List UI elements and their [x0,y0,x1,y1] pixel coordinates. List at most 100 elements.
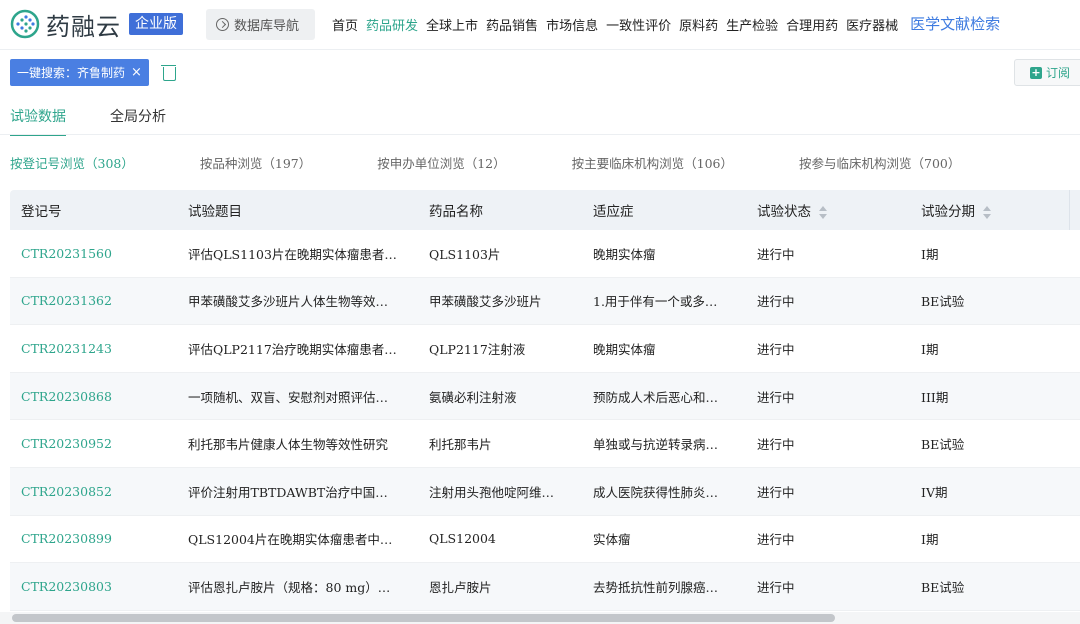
cell-drug-name: 甲苯磺酸艾多沙班片 [429,294,542,310]
col-trial-status[interactable]: 试验状态 [746,200,910,220]
menu-item-consistency-eval[interactable]: 一致性评价 [606,15,671,34]
menu-item-drug-rd[interactable]: 药品研发 [366,15,418,34]
table-row[interactable]: CTR20231243 评估QLP2117治疗晚期实体瘤患者… QLP2117注射液… [10,325,1080,373]
cell-trial-status: 进行中 [757,389,795,405]
col-indication: 适应症 [593,204,634,220]
close-icon[interactable]: × [131,65,142,80]
cell-indication: 1.用于伴有一个或多… [593,294,718,310]
trash-icon[interactable] [160,63,176,81]
cell-trial-title: QLS12004片在晚期实体瘤患者中… [188,532,393,548]
search-tag-label: 一键搜索：齐鲁制药 [17,65,126,80]
cell-drug-name: QLS12004 [429,531,496,547]
col-registration-no: 登记号 [21,204,62,220]
menu-item-market-info[interactable]: 市场信息 [546,15,598,34]
plus-icon: + [1030,65,1042,79]
cell-trial-phase: I期 [921,246,939,262]
browse-by-participating-institution[interactable]: 按参与临床机构浏览（700） [799,153,960,172]
cell-trial-title: 评价注射用TBTDAWBT治疗中国… [188,484,388,500]
cell-trial-phase: I期 [921,532,939,548]
logo[interactable]: 药融云 企业版 [10,7,183,41]
cell-registration-no[interactable]: CTR20230899 [10,531,177,546]
cell-trial-phase: BE试验 [921,294,965,310]
subscribe-label: 订阅 [1046,66,1071,80]
sort-icon[interactable] [983,205,992,220]
cell-registration-no[interactable]: CTR20230952 [10,436,177,451]
cell-trial-title: 评估恩扎卢胺片（规格：80 mg）… [188,579,391,595]
filter-bar: 一键搜索：齐鲁制药 × [10,58,176,86]
col-trial-status-label: 试验状态 [757,204,811,220]
menu-item-rational-drug-use[interactable]: 合理用药 [786,15,838,34]
search-tag[interactable]: 一键搜索：齐鲁制药 × [10,58,149,86]
cell-trial-status: 进行中 [757,341,795,357]
logo-icon [10,9,40,39]
table-row[interactable]: CTR20230852 评价注射用TBTDAWBT治疗中国… 注射用头孢他啶阿维… 成… [10,467,1080,516]
cell-trial-title: 利托那韦片健康人体生物等效性研究 [188,437,389,453]
menu-item-global-launch[interactable]: 全球上市 [426,15,478,34]
col-trial-phase-label: 试验分期 [921,204,975,220]
cell-indication: 单独或与抗逆转录病… [593,437,719,453]
tab-global-analysis[interactable]: 全局分析 [110,100,166,136]
cell-drug-name: 氨磺必利注射液 [429,389,517,405]
compass-icon [216,18,229,31]
cell-indication: 成人医院获得性肺炎… [593,484,719,500]
cell-drug-name: 恩扎卢胺片 [429,579,492,595]
scrollbar-thumb[interactable] [12,614,835,622]
cell-registration-no[interactable]: CTR20231243 [10,341,177,356]
table-row[interactable]: CTR20231362 甲苯磺酸艾多沙班片人体生物等效… 甲苯磺酸艾多沙班片 1.用于… [10,277,1080,326]
browse-options: 按登记号浏览（308） 按品种浏览（197） 按申办单位浏览（12） 按主要临床… [10,153,1026,172]
tabs-divider [0,134,1080,135]
table-row[interactable]: CTR20230952 利托那韦片健康人体生物等效性研究 利托那韦片 单独或与抗逆转录… [10,420,1080,468]
browse-by-sponsor[interactable]: 按申办单位浏览（12） [377,153,505,172]
cell-indication: 去势抵抗性前列腺癌… [593,579,719,595]
cell-trial-phase: BE试验 [921,437,965,453]
sort-icon[interactable] [819,205,828,220]
cell-registration-no[interactable]: CTR20230803 [10,579,177,594]
table-row[interactable]: CTR20230899 QLS12004片在晚期实体瘤患者中… QLS12004 实体… [10,516,1080,564]
table-row[interactable]: CTR20230803 评估恩扎卢胺片（规格：80 mg）… 恩扎卢胺片 去势抵抗性前… [10,563,1080,611]
cell-trial-status: 进行中 [757,579,795,595]
menu-item-production-inspection[interactable]: 生产检验 [726,15,778,34]
cell-indication: 实体瘤 [593,532,631,548]
database-nav-button[interactable]: 数据库导航 [206,9,315,40]
cell-registration-no[interactable]: CTR20230852 [10,484,177,499]
cell-trial-phase: IV期 [921,484,948,500]
col-trial-phase[interactable]: 试验分期 [910,200,1074,220]
cell-trial-status: 进行中 [757,532,795,548]
cell-registration-no[interactable]: CTR20231362 [10,293,177,308]
cell-indication: 预防成人术后恶心和… [593,389,719,405]
cell-trial-status: 进行中 [757,484,795,500]
cell-trial-phase: I期 [921,341,939,357]
cell-registration-no[interactable]: CTR20231560 [10,246,177,261]
menu-item-drug-sales[interactable]: 药品销售 [486,15,538,34]
col-drug-name: 药品名称 [429,204,483,220]
app-name: 药融云 [46,12,121,41]
top-navigation-bar: 药融云 企业版 数据库导航 首页 药品研发 全球上市 药品销售 市场信息 一致性… [0,0,1080,50]
browse-by-registration[interactable]: 按登记号浏览（308） [10,153,134,172]
subscribe-button[interactable]: + 订阅 [1014,59,1080,86]
table-body: CTR20231560 评估QLS1103片在晚期实体瘤患者… QLS1103片 晚期… [10,230,1080,611]
menu-item-literature-search[interactable]: 医学文献检索 [910,13,1000,34]
cell-registration-no[interactable]: CTR20230868 [10,389,177,404]
browse-by-variety[interactable]: 按品种浏览（197） [200,153,311,172]
table-row[interactable]: CTR20231560 评估QLS1103片在晚期实体瘤患者… QLS1103片 晚期… [10,230,1080,278]
browse-by-main-institution[interactable]: 按主要临床机构浏览（106） [572,153,733,172]
cell-drug-name: QLS1103片 [429,246,501,262]
menu-item-api[interactable]: 原料药 [679,15,718,34]
cell-drug-name: 注射用头孢他啶阿维… [429,484,555,500]
cell-trial-title: 评估QLS1103片在晚期实体瘤患者… [188,246,397,262]
content-tabs: 试验数据 全局分析 [10,100,210,136]
tab-trial-data[interactable]: 试验数据 [10,100,66,136]
menu-item-medical-devices[interactable]: 医疗器械 [846,15,898,34]
cell-trial-status: 进行中 [757,246,795,262]
menu-item-home[interactable]: 首页 [332,15,358,34]
cell-indication: 晚期实体瘤 [593,246,656,262]
cell-trial-phase: III期 [921,389,949,405]
table-row[interactable]: CTR20230868 一项随机、双盲、安慰剂对照评估… 氨磺必利注射液 预防成人术后… [10,372,1080,421]
table-header: 登记号 试验题目 药品名称 适应症 试验状态 试验分期 [10,190,1080,230]
cell-drug-name: QLP2117注射液 [429,341,526,357]
cell-trial-title: 甲苯磺酸艾多沙班片人体生物等效… [188,294,389,310]
cell-trial-title: 评估QLP2117治疗晚期实体瘤患者… [188,341,397,357]
enterprise-badge: 企业版 [129,13,183,35]
cell-trial-status: 进行中 [757,437,795,453]
header-divider [1069,190,1070,230]
